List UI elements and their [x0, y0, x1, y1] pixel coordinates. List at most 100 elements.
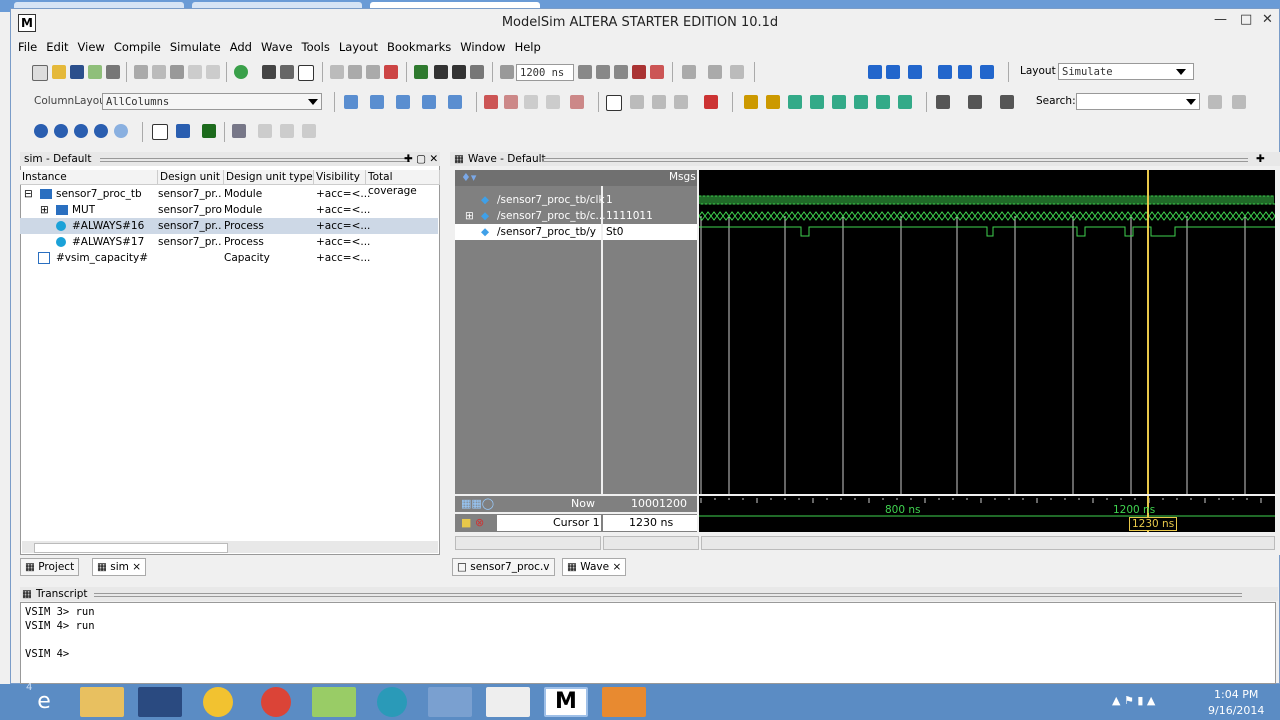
- sim-hscrollbar[interactable]: [22, 541, 438, 553]
- transcript-console[interactable]: VSIM 3> run VSIM 4> run VSIM 4>: [20, 602, 1276, 684]
- video-icon[interactable]: [486, 687, 530, 717]
- copy-icon[interactable]: [152, 65, 166, 79]
- menu-wave[interactable]: Wave: [261, 40, 293, 54]
- format-icon[interactable]: [202, 124, 216, 138]
- step-icon[interactable]: [868, 65, 882, 79]
- cursor-name-field[interactable]: Cursor 1: [497, 515, 601, 531]
- edge-nav-icon[interactable]: [744, 95, 758, 109]
- search-dropdown-icon[interactable]: [1186, 99, 1196, 105]
- globe-icon[interactable]: [203, 687, 233, 717]
- wave-tool-icon[interactable]: [422, 95, 436, 109]
- wave-tool-icon[interactable]: [344, 95, 358, 109]
- paste-icon[interactable]: [170, 65, 184, 79]
- col-instance[interactable]: Instance: [20, 170, 158, 184]
- minimize-icon[interactable]: —: [1214, 12, 1227, 27]
- memory-icon[interactable]: [708, 65, 722, 79]
- names-hscrollbar[interactable]: [455, 536, 601, 550]
- format-icon[interactable]: [152, 124, 168, 140]
- zoom-full-icon[interactable]: [74, 124, 88, 138]
- close-icon[interactable]: ✕: [1262, 12, 1273, 27]
- file-explorer-icon[interactable]: [80, 687, 124, 717]
- hand-icon[interactable]: [730, 65, 744, 79]
- new-file-icon[interactable]: [32, 65, 48, 81]
- expand-icon[interactable]: [968, 95, 982, 109]
- editor-icon[interactable]: [312, 687, 356, 717]
- save-icon[interactable]: [70, 65, 84, 79]
- zoom-mode-icon[interactable]: [630, 95, 644, 109]
- menu-edit[interactable]: Edit: [46, 40, 68, 54]
- delete-cursor-icon[interactable]: ⊗: [475, 516, 484, 529]
- edge-nav-icon[interactable]: [832, 95, 846, 109]
- timeline-ruler[interactable]: 800 ns 1200 ns 1230 ns: [699, 496, 1275, 532]
- pane-controls-icon[interactable]: ✚: [1256, 152, 1265, 166]
- waveform-compare-icon[interactable]: [302, 124, 316, 138]
- table-row[interactable]: #ALWAYS#17 sensor7_pr... Process +acc=<.…: [20, 234, 438, 250]
- col-design-unit[interactable]: Design unit: [158, 170, 224, 184]
- expand-icon[interactable]: ⊞: [465, 208, 474, 224]
- signal-row[interactable]: ◆ /sensor7_proc_tb/clk: [455, 192, 605, 208]
- zoom-out-icon[interactable]: [54, 124, 68, 138]
- collapse-icon[interactable]: [280, 65, 294, 79]
- column-layout-dropdown-icon[interactable]: [308, 99, 318, 105]
- waveform-compare-icon[interactable]: [280, 124, 294, 138]
- up-arrow-icon[interactable]: [434, 65, 448, 79]
- layout-dropdown-icon[interactable]: [1176, 69, 1186, 75]
- edge-nav-icon[interactable]: [766, 95, 780, 109]
- lock-icon[interactable]: ■: [461, 516, 471, 529]
- zoom-cursor-icon[interactable]: [94, 124, 108, 138]
- cursor-time-tag[interactable]: 1230 ns: [1129, 517, 1178, 531]
- tab-sim[interactable]: ▦ sim ×: [92, 558, 147, 576]
- forward-arrow-icon[interactable]: [470, 65, 484, 79]
- network-icon[interactable]: [377, 687, 407, 717]
- table-row[interactable]: #vsim_capacity# Capacity +acc=<...: [20, 250, 438, 266]
- menu-tools[interactable]: Tools: [302, 40, 330, 54]
- simulate-icon[interactable]: [384, 65, 398, 79]
- compile-all-icon[interactable]: [366, 65, 380, 79]
- edit-mode-icon[interactable]: [674, 95, 688, 109]
- quartus-icon[interactable]: [602, 687, 646, 717]
- expand-icon[interactable]: ⊞: [40, 202, 49, 218]
- edge-nav-icon[interactable]: [810, 95, 824, 109]
- wave-tool-icon[interactable]: [448, 95, 462, 109]
- compile-icon[interactable]: [348, 65, 362, 79]
- modelsim-taskbar-icon[interactable]: M: [544, 687, 588, 717]
- step-back-icon[interactable]: [938, 65, 952, 79]
- expand-icon[interactable]: [936, 95, 950, 109]
- close-icon[interactable]: ×: [132, 561, 141, 573]
- step-over-icon[interactable]: [886, 65, 900, 79]
- menu-help[interactable]: Help: [515, 40, 541, 54]
- chrome-icon[interactable]: [261, 687, 291, 717]
- clear-icon[interactable]: [570, 95, 584, 109]
- insert-cursor-icon[interactable]: [704, 95, 718, 109]
- step-back-over-icon[interactable]: [958, 65, 972, 79]
- format-icon[interactable]: [176, 124, 190, 138]
- signal-add-icon[interactable]: ♦▾: [461, 171, 476, 184]
- performance-icon[interactable]: [682, 65, 696, 79]
- search-icon[interactable]: [1208, 95, 1222, 109]
- stop-icon[interactable]: [650, 65, 664, 79]
- search-options-icon[interactable]: [1232, 95, 1246, 109]
- undo-icon[interactable]: [188, 65, 202, 79]
- scroll-thumb[interactable]: [34, 543, 228, 553]
- col-visibility[interactable]: Visibility: [314, 170, 366, 184]
- break-icon[interactable]: [632, 65, 646, 79]
- continue-run-icon[interactable]: [596, 65, 610, 79]
- print-icon[interactable]: [106, 65, 120, 79]
- menu-add[interactable]: Add: [230, 40, 252, 54]
- ie-icon[interactable]: e: [22, 687, 66, 717]
- step-back-out-icon[interactable]: [980, 65, 994, 79]
- menu-compile[interactable]: Compile: [114, 40, 161, 54]
- table-row[interactable]: ⊞ MUT sensor7_proc Module +acc=<...: [20, 202, 438, 218]
- cut-icon[interactable]: [134, 65, 148, 79]
- waveform-compare-icon[interactable]: [232, 124, 246, 138]
- zoom-in-icon[interactable]: [34, 124, 48, 138]
- restart-icon[interactable]: [330, 65, 344, 79]
- table-row[interactable]: ⊟ sensor7_proc_tb sensor7_pr... Module +…: [20, 186, 438, 202]
- values-hscrollbar[interactable]: [603, 536, 699, 550]
- menu-simulate[interactable]: Simulate: [170, 40, 221, 54]
- modelsim-m-icon[interactable]: [298, 65, 314, 81]
- waveform-compare-icon[interactable]: [258, 124, 272, 138]
- wave-hscrollbar[interactable]: [701, 536, 1275, 550]
- reload-icon[interactable]: [88, 65, 102, 79]
- layout-select[interactable]: Simulate: [1058, 63, 1194, 80]
